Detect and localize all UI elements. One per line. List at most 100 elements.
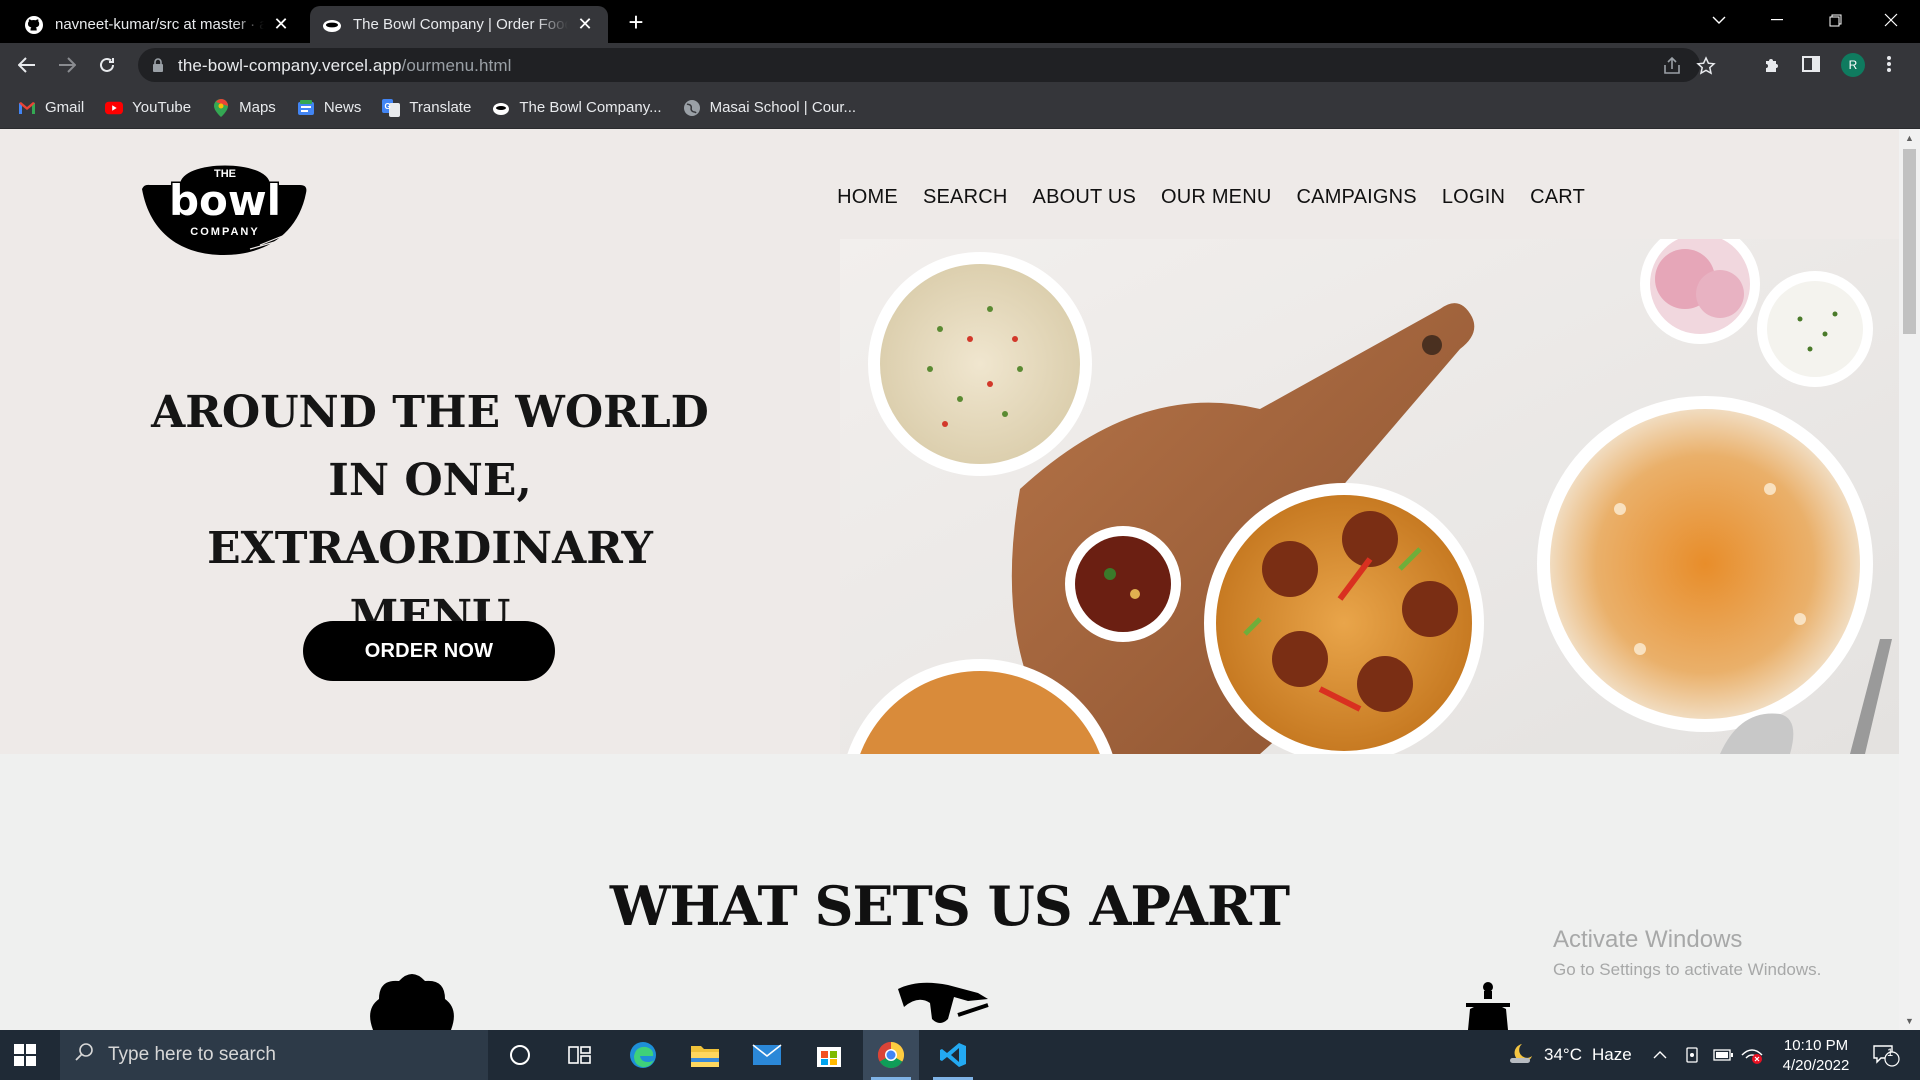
close-window-icon[interactable] <box>1862 0 1920 40</box>
activate-windows-watermark: Activate Windows Go to Settings to activ… <box>1553 926 1821 980</box>
edge-icon[interactable] <box>615 1030 671 1080</box>
hero-headline: AROUND THE WORLD IN ONE, EXTRAORDINARY M… <box>120 379 740 651</box>
nav-about-us[interactable]: ABOUT US <box>1033 186 1136 209</box>
bookmark-label: News <box>323 99 362 116</box>
page-viewport: THE bowl COMPANY HOME SEARCH ABOUT US OU… <box>0 129 1899 1030</box>
taskbar-clock[interactable]: 10:10 PM 4/20/2022 <box>1766 1036 1866 1076</box>
maps-icon <box>212 98 230 117</box>
weather-widget[interactable]: 34°C Haze <box>1508 1030 1632 1080</box>
meet-now-icon[interactable] <box>1685 1030 1701 1080</box>
serving-hand-icon <box>898 982 989 1023</box>
svg-text:G: G <box>385 102 391 111</box>
minimize-icon[interactable] <box>1748 0 1806 40</box>
tab-title: navneet-kumar/src at master · anas <box>55 16 264 33</box>
nav-cart[interactable]: CART <box>1530 186 1585 209</box>
address-bar[interactable]: the-bowl-company.vercel.app/ourmenu.html <box>138 48 1716 82</box>
logo-bottom-text: COMPANY <box>190 226 259 238</box>
microsoft-store-icon[interactable] <box>801 1030 857 1080</box>
windows-taskbar: Type here to search 34°C Haze 10:10 PM 4… <box>0 1030 1920 1080</box>
cooking-pot-icon <box>1466 982 1510 1030</box>
bookmarks-bar: Gmail YouTube Maps News G Translate The … <box>0 87 1920 129</box>
browser-toolbar: the-bowl-company.vercel.app/ourmenu.html… <box>0 43 1920 87</box>
bookmark-gmail[interactable]: Gmail <box>18 99 84 117</box>
tab-title: The Bowl Company | Order Food Online <box>353 16 568 33</box>
bookmark-youtube[interactable]: YouTube <box>105 99 191 117</box>
hero-food-image <box>840 239 1899 754</box>
translate-icon: G <box>382 98 401 117</box>
restore-icon[interactable] <box>1806 0 1864 40</box>
network-error-icon[interactable] <box>1741 1030 1763 1080</box>
nav-campaigns[interactable]: CAMPAIGNS <box>1297 186 1417 209</box>
bookmark-star-icon[interactable] <box>1696 56 1716 76</box>
gmail-icon <box>18 99 36 117</box>
notification-center-icon[interactable]: 1 <box>1872 1030 1900 1080</box>
url-path: /ourmenu.html <box>401 56 512 75</box>
vscode-icon[interactable] <box>925 1030 981 1080</box>
url-domain: the-bowl-company.vercel.app <box>178 56 402 75</box>
side-panel-icon[interactable] <box>1802 55 1820 78</box>
new-tab-button[interactable]: + <box>622 9 650 37</box>
nav-search[interactable]: SEARCH <box>923 186 1008 209</box>
bookmark-masai-school[interactable]: Masai School | Cour... <box>683 99 856 117</box>
news-icon <box>297 99 315 117</box>
close-tab-icon[interactable]: ✕ <box>270 14 292 36</box>
notification-count: 1 <box>1887 1047 1894 1059</box>
clock-date: 4/20/2022 <box>1782 1057 1850 1074</box>
order-now-button[interactable]: ORDER NOW <box>303 621 555 681</box>
url-text: the-bowl-company.vercel.app/ourmenu.html <box>178 56 511 76</box>
taskbar-search-placeholder: Type here to search <box>108 1044 276 1065</box>
watermark-title: Activate Windows <box>1553 926 1743 953</box>
main-nav: HOME SEARCH ABOUT US OUR MENU CAMPAIGNS … <box>837 186 1585 209</box>
github-icon <box>24 15 44 35</box>
bookmark-label: Maps <box>239 99 276 116</box>
tab-search-chevron-icon[interactable] <box>1690 0 1748 40</box>
bookmark-translate[interactable]: G Translate <box>382 98 471 117</box>
chef-hat-icon <box>370 974 454 1030</box>
taskbar-search-box[interactable]: Type here to search <box>60 1030 488 1080</box>
bowl-company-logo[interactable]: THE bowl COMPANY <box>140 149 310 259</box>
scroll-thumb[interactable] <box>1903 149 1916 334</box>
scroll-down-arrow-icon[interactable]: ▼ <box>1899 1012 1920 1030</box>
task-view-icon[interactable] <box>552 1030 608 1080</box>
hero-line-2: IN ONE, <box>328 455 532 506</box>
tab-bowl-company[interactable]: The Bowl Company | Order Food Online ✕ <box>310 6 608 43</box>
search-icon <box>74 1042 94 1068</box>
bookmark-maps[interactable]: Maps <box>212 98 276 117</box>
battery-icon[interactable] <box>1713 1030 1733 1080</box>
windows-start-icon[interactable] <box>14 1044 36 1071</box>
tray-overflow-chevron-icon[interactable] <box>1653 1030 1667 1080</box>
back-icon[interactable] <box>11 49 43 81</box>
reload-icon[interactable] <box>91 49 123 81</box>
bookmark-label: Masai School | Cour... <box>709 99 857 116</box>
weather-condition: Haze <box>1591 1045 1632 1064</box>
share-icon[interactable] <box>1662 56 1682 76</box>
bowl-favicon-icon <box>322 15 342 35</box>
extensions-puzzle-icon[interactable] <box>1762 55 1782 80</box>
nav-home[interactable]: HOME <box>837 186 898 209</box>
cortana-icon[interactable] <box>492 1030 548 1080</box>
weather-temp: 34°C <box>1544 1045 1582 1064</box>
lock-icon[interactable] <box>152 58 164 77</box>
file-explorer-icon[interactable] <box>677 1030 733 1080</box>
bowl-icon <box>492 99 510 117</box>
chrome-menu-icon[interactable] <box>1887 55 1891 78</box>
nav-login[interactable]: LOGIN <box>1442 186 1505 209</box>
hero-line-1: AROUND THE WORLD <box>151 387 709 438</box>
nav-our-menu[interactable]: OUR MENU <box>1161 186 1272 209</box>
bookmark-label: Gmail <box>45 99 85 116</box>
youtube-icon <box>105 99 124 117</box>
mail-icon[interactable] <box>739 1030 795 1080</box>
watermark-subtitle: Go to Settings to activate Windows. <box>1553 960 1822 979</box>
scroll-up-arrow-icon[interactable]: ▲ <box>1899 129 1920 147</box>
tab-github[interactable]: navneet-kumar/src at master · anas ✕ <box>12 6 304 43</box>
page-scrollbar[interactable]: ▲ ▼ <box>1899 129 1920 1030</box>
chrome-taskbar-icon[interactable] <box>863 1030 919 1080</box>
browser-tab-strip: navneet-kumar/src at master · anas ✕ The… <box>0 0 1920 43</box>
close-tab-icon[interactable]: ✕ <box>574 14 596 36</box>
logo-word: bowl <box>169 176 281 225</box>
forward-icon[interactable] <box>51 49 83 81</box>
bookmark-bowl-company[interactable]: The Bowl Company... <box>492 99 662 117</box>
profile-avatar[interactable]: R <box>1841 53 1865 77</box>
bookmark-news[interactable]: News <box>297 99 362 117</box>
bookmark-label: The Bowl Company... <box>519 99 662 116</box>
